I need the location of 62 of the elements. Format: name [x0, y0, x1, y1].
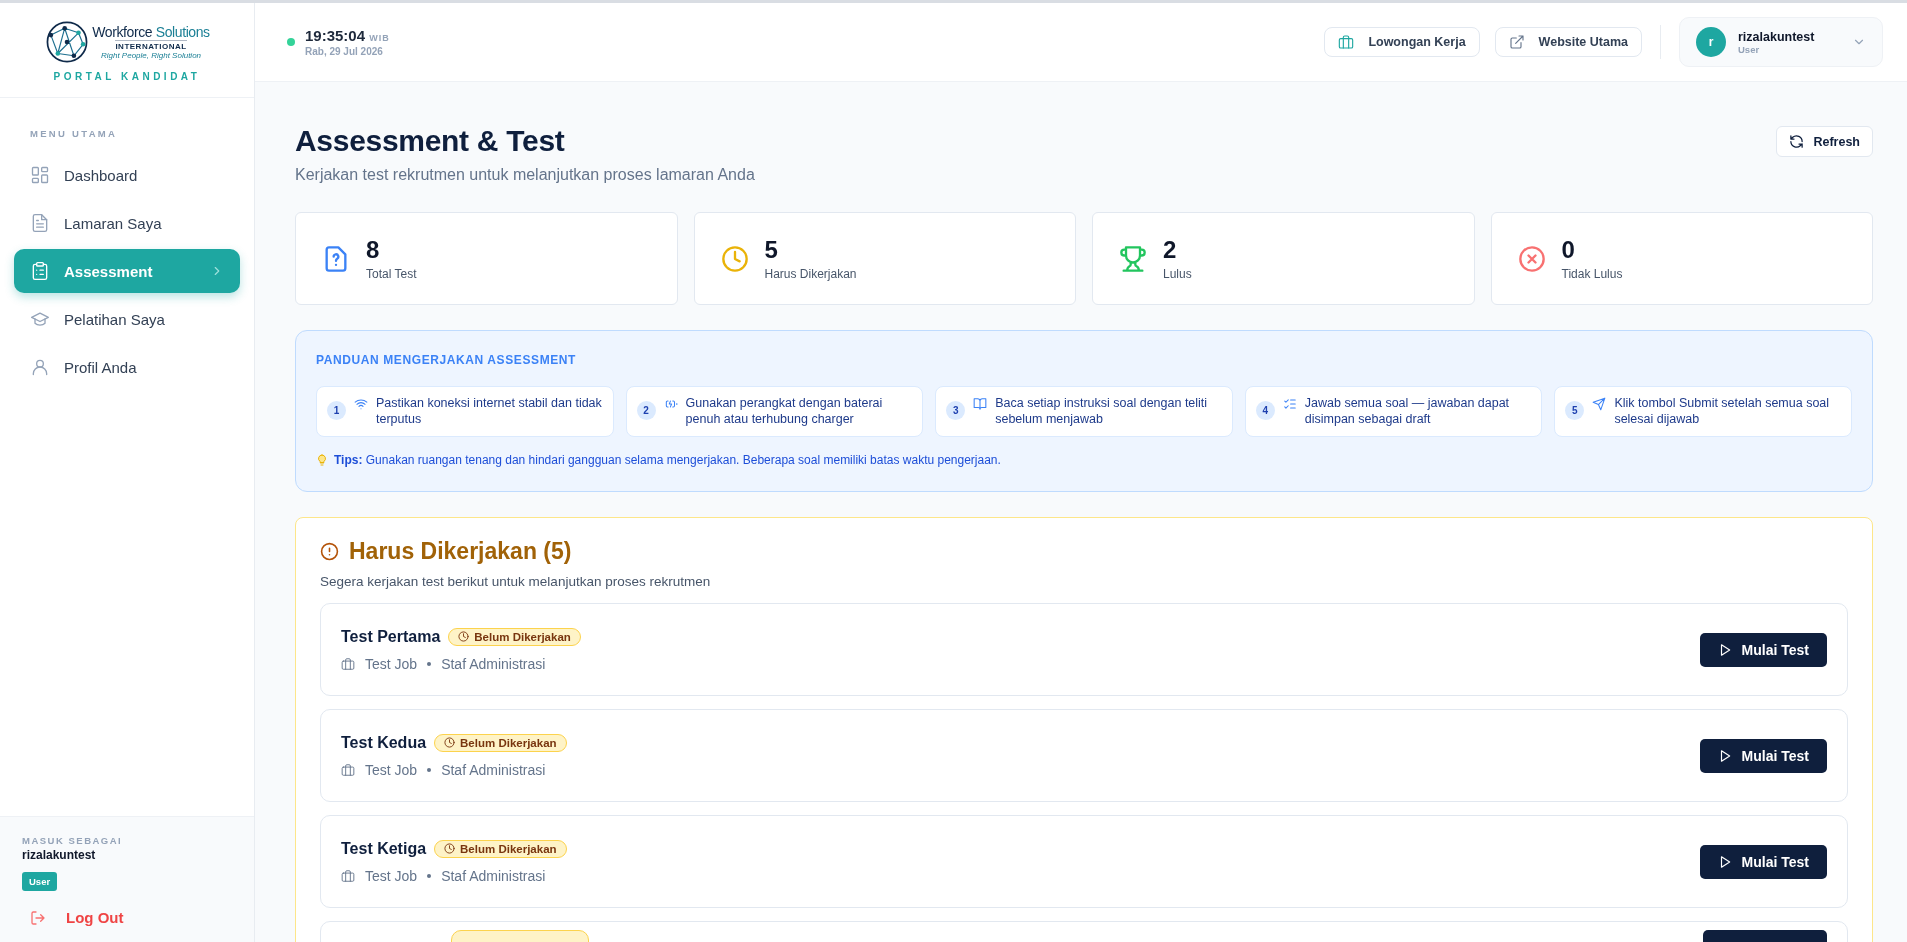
stat-value: 0	[1561, 236, 1576, 264]
stat-label: Harus Dikerjakan	[764, 267, 857, 281]
menu-section-label: MENU UTAMA	[29, 128, 119, 141]
user-name: rizalakuntest	[1738, 29, 1816, 44]
logo-tagline: Right People, Right Solution	[100, 50, 202, 60]
step-number: 3	[946, 401, 966, 420]
tips-text: Tips: Gunakan ruangan tenang dan hindari gangguan selama mengerjakan. Beberapa soal memiliki batas waktu pengerjaan.	[334, 453, 1001, 467]
nav-item[interactable]: Lamaran Saya	[14, 201, 240, 245]
status-badge: Belum Dikerjakan	[448, 627, 581, 646]
nav-item[interactable]: Dashboard	[14, 153, 240, 197]
test-name: Test Pertama	[341, 627, 441, 646]
position-name: Staf Administrasi	[441, 655, 546, 672]
step-number: 5	[1565, 401, 1585, 420]
user-role: User	[1738, 43, 1761, 55]
refresh-button[interactable]: Refresh	[1776, 126, 1873, 157]
status-badge: Belum Dikerjakan	[434, 839, 567, 858]
role-badge: User	[22, 872, 58, 891]
position-name: Staf Administrasi	[441, 867, 546, 884]
step-number: 2	[636, 401, 656, 420]
nav-item[interactable]: Profil Anda	[14, 345, 240, 389]
step-text: Gunakan perangkat dengan baterai penuh atau terhubung charger	[685, 395, 884, 428]
logout-button[interactable]: Log Out	[22, 895, 232, 926]
header-link-button[interactable]: Lowongan Kerja	[1324, 27, 1480, 57]
stat-value: 2	[1163, 236, 1178, 264]
step-text: Pastikan koneksi internet stabil dan tidak terputus	[376, 395, 603, 428]
logo-subtitle: INTERNATIONAL	[115, 41, 187, 51]
stat-label: Lulus	[1163, 267, 1192, 281]
step-text: Jawab semua soal — jawaban dapat disimpan sebagai draft	[1304, 395, 1511, 428]
username: rizalakuntest	[22, 848, 97, 862]
date: Rab, 29 Jul 2026	[305, 46, 384, 57]
header-link-button[interactable]: Website Utama	[1494, 27, 1642, 57]
step-number: 1	[327, 401, 346, 420]
test-name: Test Kedua	[341, 733, 427, 752]
position-name: Staf Administrasi	[441, 761, 546, 778]
stat-value: 5	[764, 236, 779, 264]
logo-wordmark: Workforce Solutions	[92, 23, 210, 40]
step-text: Klik tombol Submit setelah semua soal selesai dijawab	[1614, 395, 1831, 428]
job-name: Test Job	[365, 655, 418, 672]
job-name: Test Job	[365, 761, 418, 778]
timezone: WIB	[369, 33, 390, 43]
portal-title: PORTAL KANDIDAT	[53, 70, 201, 82]
page-title: Assessment & Test	[295, 124, 566, 158]
stat-value: 8	[366, 236, 381, 264]
clock-time: 19:35:04	[305, 27, 366, 44]
user-menu[interactable]: r rizalakuntest User	[1679, 17, 1883, 67]
avatar: r	[1696, 27, 1726, 57]
section-subtitle: Segera kerjakan test berikut untuk melanjutkan proses rekrutmen	[320, 574, 712, 589]
signed-in-label: MASUK SEBAGAI	[22, 835, 124, 846]
nav-item[interactable]: Pelatihan Saya	[14, 297, 240, 341]
start-test-button[interactable]: Mulai Test	[1699, 738, 1827, 773]
test-name: Test Ketiga	[341, 839, 427, 858]
status-badge: Belum Dikerjakan	[434, 733, 567, 752]
start-test-button[interactable]: Mulai Test	[1699, 632, 1827, 667]
stat-label: Tidak Lulus	[1561, 267, 1623, 281]
job-name: Test Job	[365, 867, 418, 884]
guide-title: PANDUAN MENGERJAKAN ASSESSMENT	[316, 353, 578, 367]
start-test-button[interactable]: Mulai Test	[1699, 844, 1827, 879]
step-text: Baca setiap instruksi soal dengan teliti sebelum menjawab	[995, 395, 1209, 428]
section-title: Harus Dikerjakan (5)	[349, 538, 572, 565]
page-subtitle: Kerjakan test rekrutmen untuk melanjutkan proses lamaran Anda	[295, 166, 755, 184]
stat-label: Total Test	[366, 267, 417, 281]
step-number: 4	[1255, 401, 1275, 420]
